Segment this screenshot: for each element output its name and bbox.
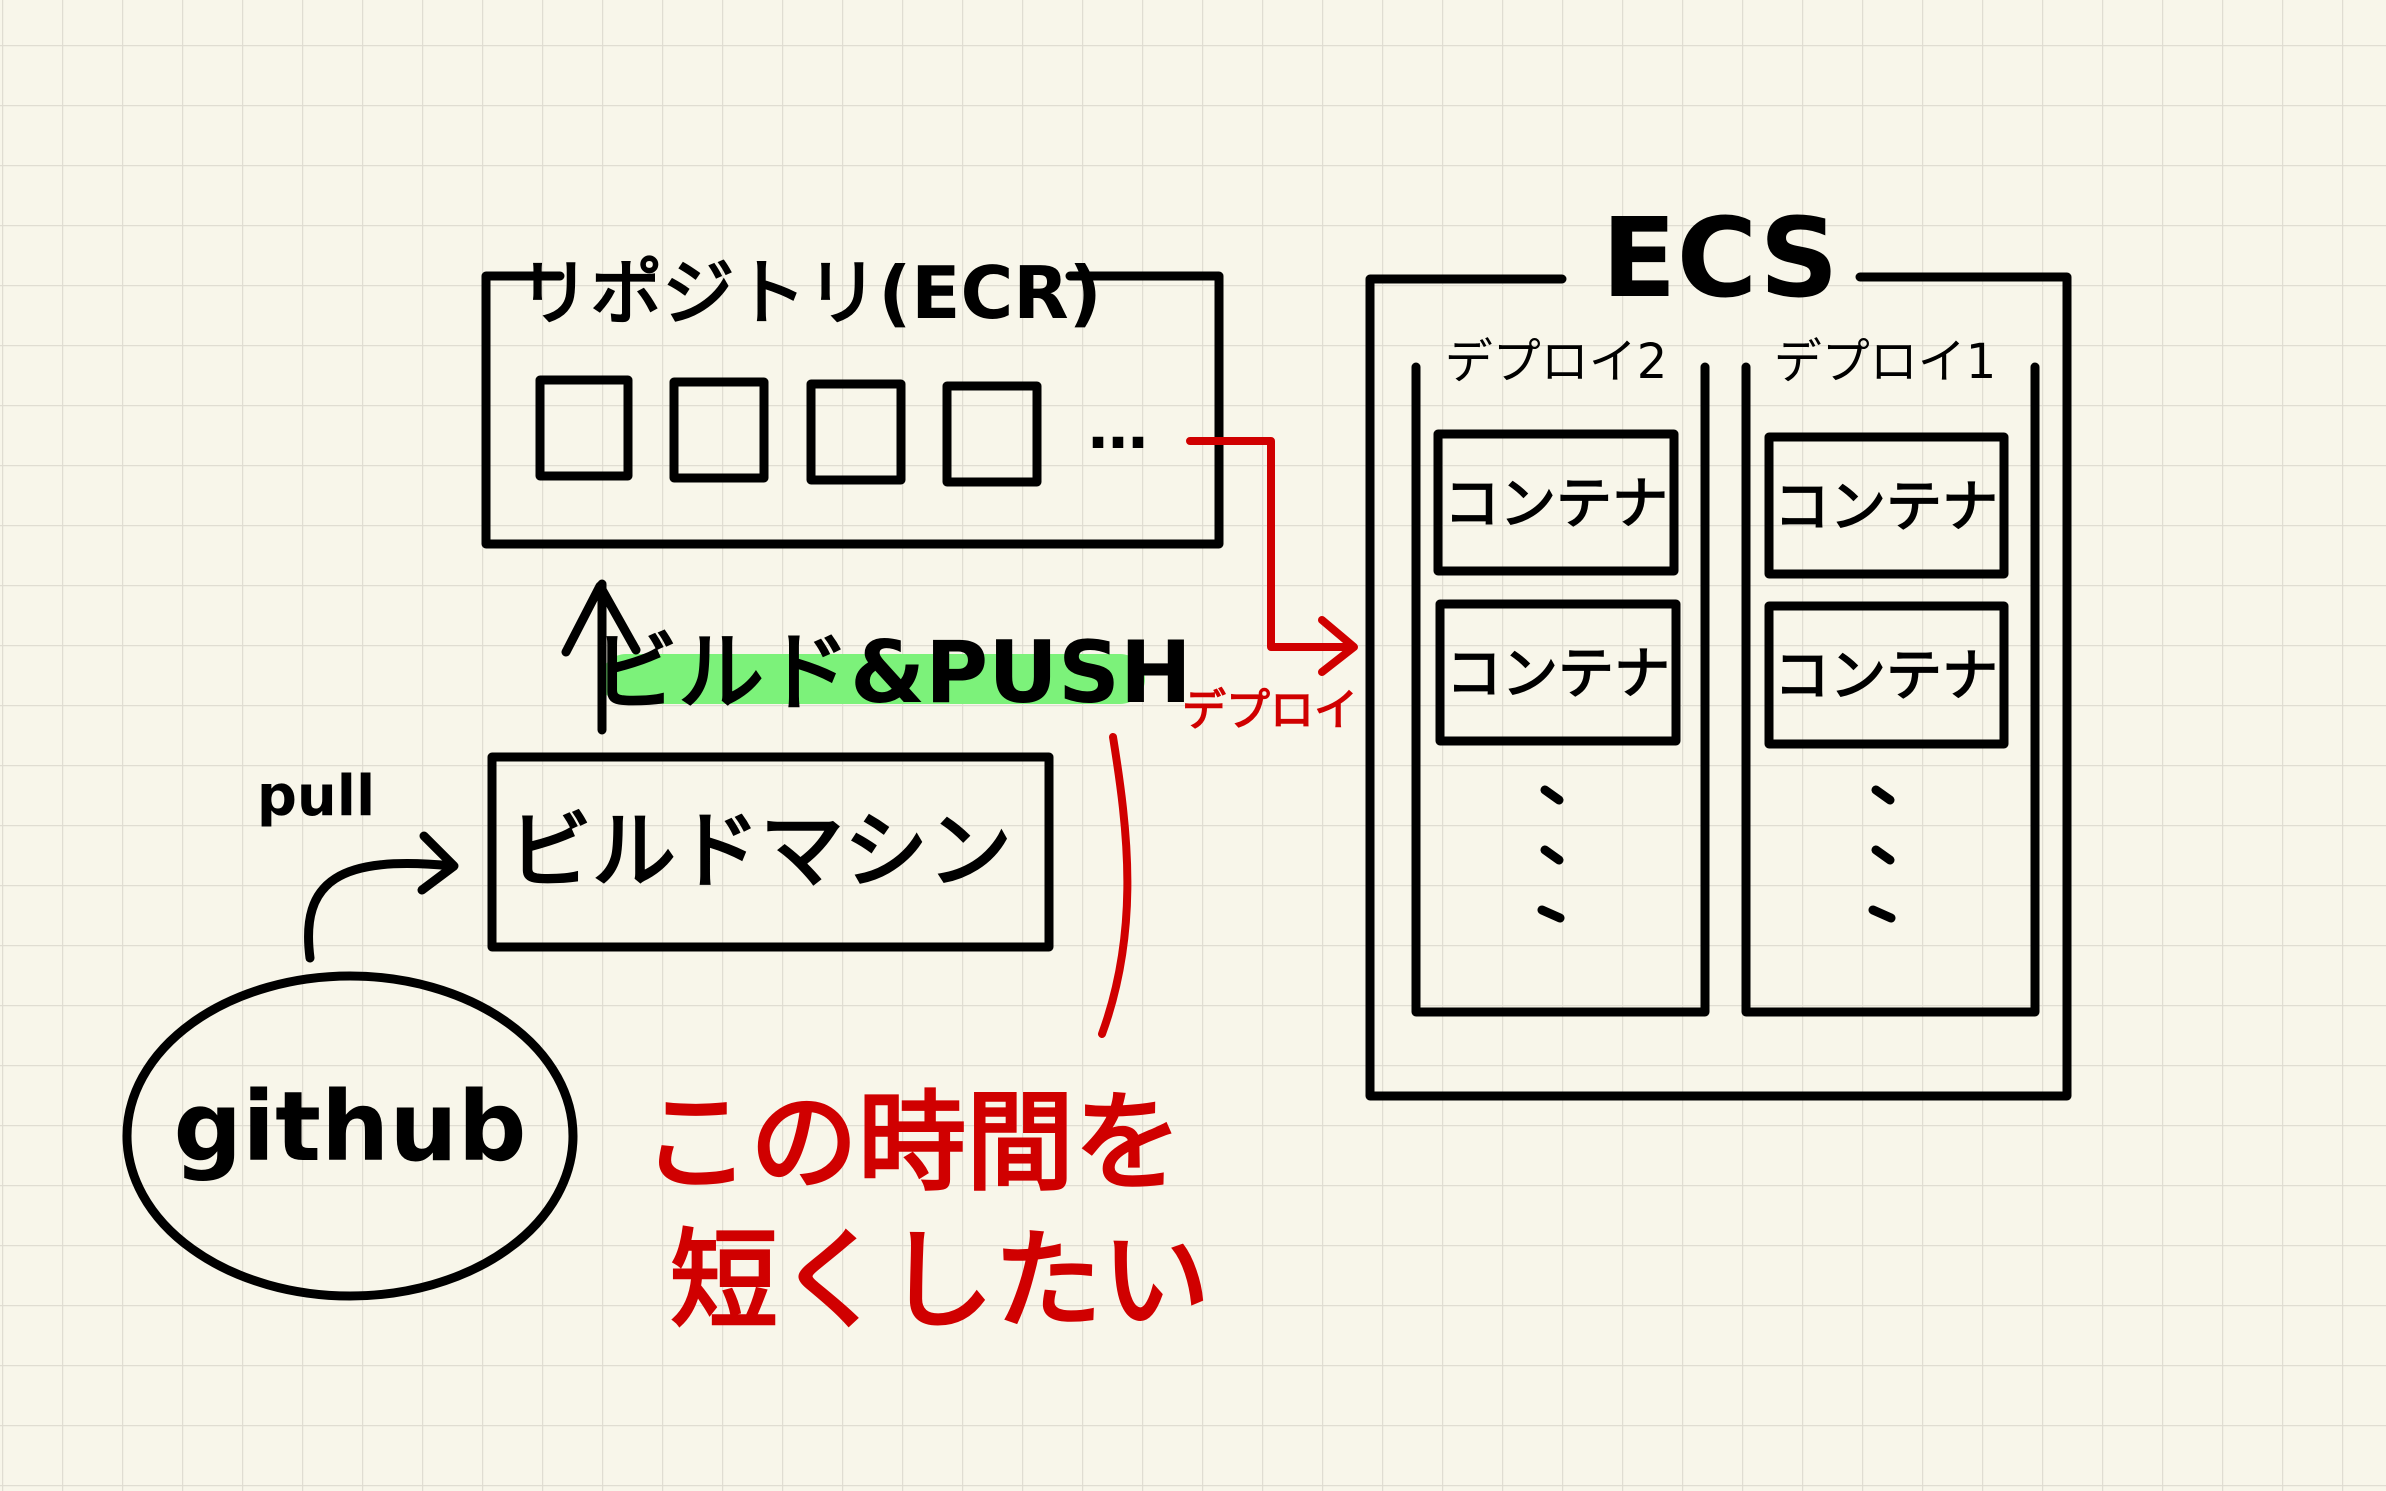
pull-label: pull [257, 764, 375, 829]
repository-ellipsis: … [1088, 393, 1148, 463]
ecs-title: ECS [1601, 194, 1838, 322]
container-label: コンテナ [1446, 642, 1670, 707]
note-line-1: この時間を [642, 1081, 1182, 1206]
build-machine-label: ビルドマシン [508, 802, 1012, 900]
note-line-2: 短くしたい [670, 1219, 1210, 1344]
deployment-label: デプロイ1 [1774, 334, 1997, 390]
deployment-label: デプロイ2 [1445, 334, 1668, 390]
container-label: コンテナ [1444, 472, 1668, 537]
build-push-label: ビルド&PUSH [592, 623, 1192, 723]
diagram-canvas: リポジトリ(ECR) … デプロイ ECS デプロイ2 コンテナ コンテナ デプ… [0, 0, 2386, 1491]
deploy-arrow-label: デプロイ [1182, 685, 1358, 736]
container-label: コンテナ [1774, 475, 1998, 540]
repository-title: リポジトリ(ECR) [518, 251, 1101, 335]
container-label: コンテナ [1774, 644, 1998, 709]
github-label: github [174, 1071, 527, 1183]
